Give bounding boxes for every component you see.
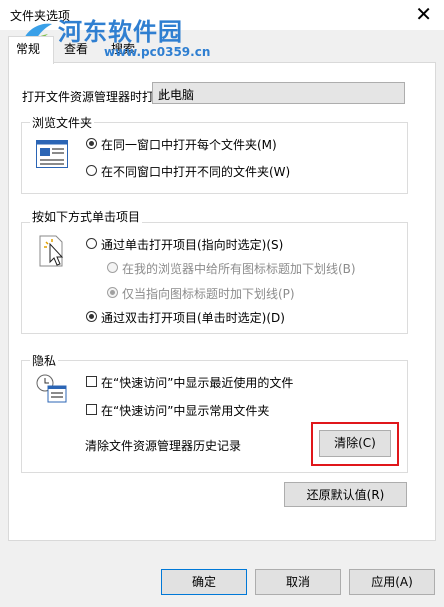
clear-history-label: 清除文件资源管理器历史记录 xyxy=(85,439,242,453)
open-explorer-dropdown[interactable]: 此电脑 ⌄ xyxy=(152,82,405,104)
browse-group-title: 浏览文件夹 xyxy=(30,114,95,131)
same-window-label[interactable]: 在同一窗口中打开每个文件夹(M) xyxy=(101,136,277,153)
chevron-down-icon: ⌄ xyxy=(158,85,169,99)
single-click-radio[interactable] xyxy=(86,238,97,249)
highlight-box xyxy=(311,422,399,466)
double-click-label[interactable]: 通过双击打开项目(单击时选定)(D) xyxy=(101,309,285,326)
click-group-title: 按如下方式单击项目 xyxy=(30,208,143,225)
watermark-url: www.pc0359.cn xyxy=(104,45,211,59)
underline-hover-label[interactable]: 仅当指向图标标题时加下划线(P) xyxy=(122,285,295,302)
ok-button[interactable]: 确定 xyxy=(161,569,247,595)
pointer-click-icon xyxy=(39,235,64,267)
show-frequent-label[interactable]: 在“快速访问”中显示常用文件夹 xyxy=(101,402,269,419)
privacy-clock-icon xyxy=(36,374,67,403)
show-frequent-checkbox[interactable] xyxy=(86,404,97,415)
new-window-label[interactable]: 在不同窗口中打开不同的文件夹(W) xyxy=(101,163,290,180)
same-window-radio[interactable] xyxy=(86,138,97,149)
underline-hover-radio[interactable] xyxy=(107,287,118,298)
underline-all-radio[interactable] xyxy=(107,262,118,273)
new-window-radio[interactable] xyxy=(86,165,97,176)
tab-general[interactable]: 常规 xyxy=(16,40,40,60)
underline-all-label[interactable]: 在我的浏览器中给所有图标标题加下划线(B) xyxy=(122,260,356,277)
privacy-group-title: 隐私 xyxy=(30,352,59,369)
single-click-label[interactable]: 通过单击打开项目(指向时选定)(S) xyxy=(101,236,283,253)
double-click-radio[interactable] xyxy=(86,311,97,322)
browse-group xyxy=(21,122,408,194)
apply-button[interactable]: 应用(A) xyxy=(349,569,435,595)
cancel-button[interactable]: 取消 xyxy=(255,569,341,595)
watermark-text: 河东软件园 xyxy=(58,20,183,46)
close-icon[interactable]: ✕ xyxy=(415,4,432,24)
show-recent-checkbox[interactable] xyxy=(86,376,97,387)
open-explorer-label: 打开文件资源管理器时打 xyxy=(22,90,155,104)
restore-defaults-button[interactable]: 还原默认值(R) xyxy=(284,482,407,507)
folder-window-icon xyxy=(36,140,68,168)
show-recent-label[interactable]: 在“快速访问”中显示最近使用的文件 xyxy=(101,374,293,391)
